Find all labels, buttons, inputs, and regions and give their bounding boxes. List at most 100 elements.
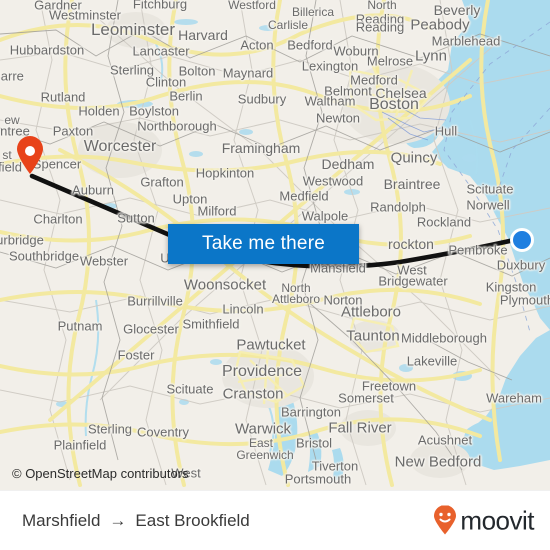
- map-label: Hopkinton: [195, 165, 255, 181]
- map-label: Bristol: [295, 435, 333, 451]
- moovit-logo[interactable]: moovit: [432, 505, 534, 536]
- take-me-there-button[interactable]: Take me there: [168, 224, 359, 264]
- map-route-share-card: Gardner Westminster Fitchburg Westford Leomi…: [0, 0, 550, 550]
- map-label: Walpole: [301, 208, 349, 224]
- map-label: Boston: [369, 96, 419, 113]
- map-label: Acushnet: [417, 432, 473, 448]
- map-label: Peabody: [410, 16, 470, 34]
- map-label: Woonsocket: [183, 276, 267, 294]
- footer-bar: Marshfield → East Brookfield moovit: [0, 490, 550, 550]
- map-label: Norwell: [466, 197, 510, 213]
- map-label: Duxbury: [496, 257, 546, 273]
- map-label: Putnam: [57, 318, 103, 334]
- map-label: Scituate: [466, 181, 514, 197]
- route-summary: Marshfield → East Brookfield: [22, 511, 250, 531]
- map-label: Lancaster: [132, 43, 190, 59]
- map-viewport[interactable]: Gardner Westminster Fitchburg Westford Leomi…: [0, 0, 550, 490]
- map-label: Milford: [197, 203, 237, 219]
- map-label: Paxton: [52, 123, 94, 139]
- map-label: Attleboro: [271, 292, 321, 306]
- map-label: Bridgewater: [378, 273, 448, 289]
- map-label: ew: [4, 113, 20, 127]
- route-destination-label: East Brookfield: [135, 510, 250, 530]
- map-label: st: [2, 148, 12, 162]
- map-label: Dedham: [321, 156, 375, 172]
- map-label: Lincoln: [222, 301, 264, 317]
- map-label: Plainfield: [53, 437, 107, 453]
- map-label: North: [367, 0, 397, 12]
- map-label: Charlton: [33, 211, 83, 227]
- map-label: Billerica: [291, 5, 335, 19]
- map-label: Greenwich: [236, 448, 294, 462]
- map-label: Leominster: [90, 20, 176, 39]
- map-label: Portsmouth: [284, 471, 352, 487]
- map-label: rockton: [388, 236, 434, 252]
- map-label: Taunton: [346, 327, 400, 345]
- map-label: Waltham: [304, 93, 356, 109]
- map-label: Cranston: [222, 385, 284, 403]
- map-label: Middleborough: [400, 330, 488, 346]
- map-label: Webster: [79, 253, 129, 269]
- map-label: Rockland: [416, 214, 472, 230]
- map-label: Wareham: [486, 390, 542, 406]
- map-label: Smithfield: [182, 316, 240, 332]
- map-label: Clinton: [145, 74, 187, 90]
- map-label: Westwood: [302, 173, 364, 189]
- map-label: Bedford: [287, 37, 333, 53]
- map-label: Providence: [221, 363, 303, 380]
- map-label: Foster: [117, 347, 155, 363]
- map-label: Auburn: [72, 182, 114, 198]
- map-label: Burrillville: [127, 293, 183, 309]
- osm-attribution[interactable]: © OpenStreetMap contributors: [12, 466, 189, 481]
- map-label: Boylston: [129, 103, 179, 119]
- map-label: Fitchburg: [132, 0, 188, 12]
- map-label: Quincy: [390, 149, 438, 167]
- map-label: Lexington: [301, 58, 359, 74]
- map-label: Framingham: [221, 140, 301, 156]
- origin-map-pin-icon[interactable]: [15, 135, 45, 175]
- map-label: Northborough: [137, 118, 217, 134]
- map-label: Coventry: [136, 424, 190, 440]
- map-label: Plymouth: [499, 292, 550, 308]
- map-label: New Bedford: [394, 453, 482, 471]
- moovit-wordmark: moovit: [460, 505, 534, 535]
- destination-location-dot-icon[interactable]: [510, 228, 534, 252]
- route-origin-label: Marshfield: [22, 510, 101, 530]
- map-label: Maynard: [222, 65, 274, 81]
- map-label: Rutland: [40, 89, 86, 105]
- map-label: Pembroke: [448, 242, 508, 258]
- map-label: Norton: [323, 292, 363, 308]
- map-label: Randolph: [370, 199, 426, 215]
- map-label: Carlisle: [267, 18, 309, 32]
- arrow-right-icon: →: [109, 511, 127, 530]
- map-label: Melrose: [366, 53, 414, 69]
- map-label: Worcester: [83, 138, 157, 155]
- map-label: Barre: [0, 68, 24, 84]
- map-label: Pawtucket: [236, 336, 306, 354]
- map-label: Reading: [355, 19, 405, 35]
- map-label: Sterling: [87, 421, 133, 437]
- map-label: Hull: [434, 123, 458, 139]
- pin-center-dot: [25, 146, 35, 156]
- map-label: Southbridge: [8, 248, 80, 264]
- map-label: Medfield: [279, 188, 329, 204]
- map-label: Barrington: [281, 404, 341, 420]
- map-label: Warwick: [234, 420, 292, 438]
- map-label: Somerset: [338, 390, 394, 406]
- map-label: Lakeville: [406, 353, 458, 369]
- map-label: Fall River: [328, 419, 392, 437]
- map-label: Berlin: [169, 88, 203, 104]
- map-label: Harvard: [178, 27, 228, 43]
- map-label: Braintree: [383, 176, 441, 192]
- map-label: Newton: [315, 110, 361, 126]
- map-label: urbridge: [0, 232, 44, 248]
- map-label: Westford: [228, 0, 276, 12]
- map-label: Sudbury: [237, 91, 287, 107]
- map-label: Glocester: [123, 321, 179, 337]
- map-label: Scituate: [166, 381, 214, 397]
- map-label: Acton: [240, 37, 274, 53]
- map-label: Hubbardston: [9, 42, 85, 58]
- map-label: Sutton: [117, 210, 155, 226]
- map-label: Holden: [78, 103, 120, 119]
- moovit-pin-logo-icon: [434, 505, 457, 535]
